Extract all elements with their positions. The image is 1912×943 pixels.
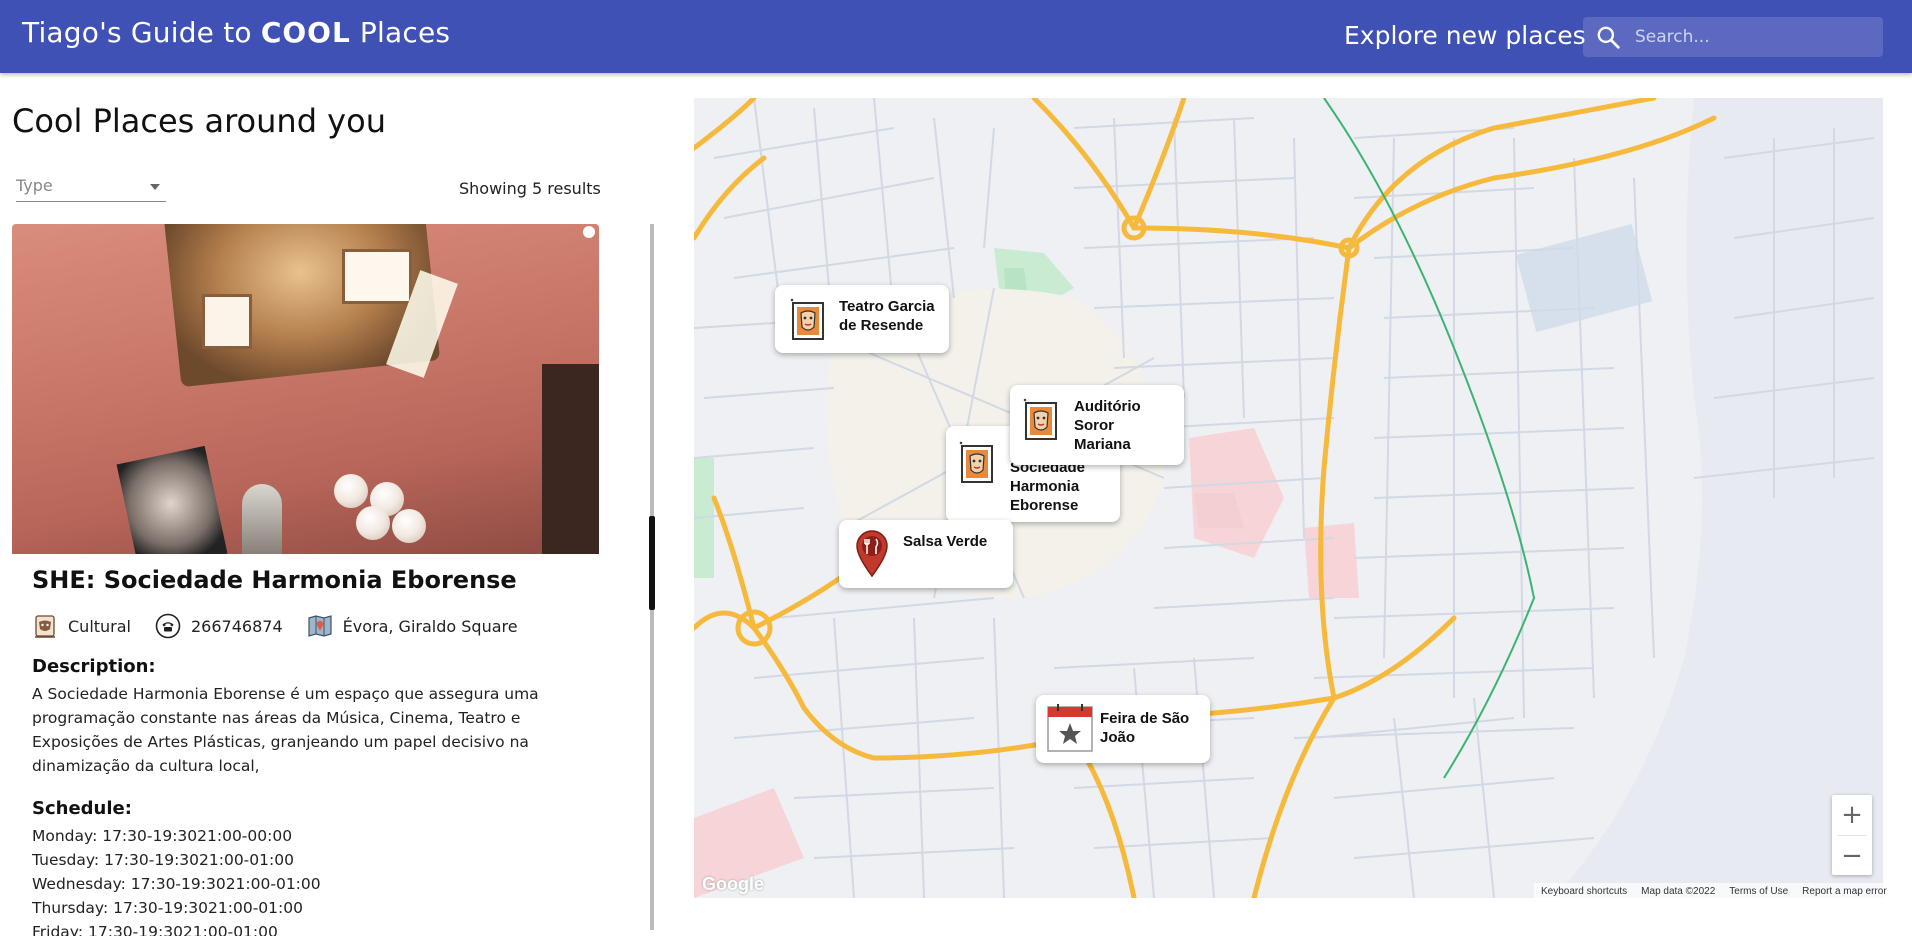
theatre-painting-icon (790, 298, 824, 340)
report-map-error-link[interactable]: Report a map error (1802, 886, 1886, 897)
map-view[interactable]: Teatro Garcia de Resende Sociedade Harmoni… (694, 98, 1883, 898)
results-count: Showing 5 results (459, 179, 601, 198)
map-zoom-controls: + − (1832, 795, 1872, 875)
keyboard-shortcuts-link[interactable]: Keyboard shortcuts (1541, 886, 1627, 897)
marker-label: Salsa Verde (903, 533, 988, 550)
theatre-masks-icon (35, 615, 55, 638)
title-prefix: Tiago's Guide to (22, 16, 252, 49)
place-description: A Sociedade Harmonia Eborense é um espaç… (32, 685, 539, 775)
place-phone[interactable]: 266746874 (155, 613, 283, 639)
map-marker-auditorio-soror[interactable]: Auditório Soror Mariana (1010, 385, 1184, 465)
map-tiles (694, 98, 1883, 898)
title-suffix: Places (359, 16, 451, 49)
schedule-list: Monday: 17:30-19:3021:00-00:00 Tuesday: … (32, 824, 321, 936)
title-emphasis: COOL (260, 16, 351, 49)
place-meta: Cultural 266746874 Évora, Giraldo Square (32, 612, 542, 640)
explore-label: Explore new places (1344, 21, 1586, 50)
place-category: Cultural (32, 613, 131, 639)
search-icon (1597, 26, 1620, 49)
app-title[interactable]: Tiago's Guide to COOL Places (22, 16, 450, 49)
folded-map-icon (308, 615, 332, 637)
app-header: Tiago's Guide to COOL Places Explore new… (0, 0, 1912, 73)
google-logo: Google (702, 874, 764, 894)
map-marker-salsa-verde[interactable]: Salsa Verde (839, 520, 1013, 588)
marker-label: Auditório Soror Mariana (1074, 398, 1141, 453)
schedule-row: Thursday: 17:30-19:3021:00-01:00 (32, 899, 303, 917)
description-label: Description: (32, 656, 156, 677)
place-photo (12, 224, 599, 554)
map-marker-teatro-garcia[interactable]: Teatro Garcia de Resende (775, 285, 949, 353)
marker-label: Teatro Garcia de Resende (839, 298, 935, 334)
theatre-painting-icon (1023, 398, 1057, 440)
restaurant-pin-icon (856, 530, 888, 578)
phone-icon (155, 613, 181, 639)
map-attribution: Keyboard shortcuts Map data ©2022 Terms … (1534, 883, 1894, 899)
schedule-label: Schedule: (32, 798, 132, 819)
schedule-row: Monday: 17:30-19:3021:00-00:00 (32, 827, 293, 845)
chevron-down-icon (150, 184, 160, 190)
type-filter-select[interactable]: Type (16, 176, 166, 202)
schedule-row: Tuesday: 17:30-19:3021:00-01:00 (32, 851, 294, 869)
schedule-row: Friday: 17:30-19:3021:00-01:00 (32, 923, 278, 936)
list-scrollbar-thumb[interactable] (649, 516, 655, 610)
terms-of-use-link[interactable]: Terms of Use (1729, 886, 1788, 897)
schedule-row: Wednesday: 17:30-19:3021:00-01:00 (32, 875, 321, 893)
map-data-label: Map data ©2022 (1641, 885, 1716, 897)
theatre-painting-icon (959, 441, 993, 483)
place-title: SHE: Sociedade Harmonia Eborense (32, 566, 517, 594)
place-list[interactable]: SHE: Sociedade Harmonia Eborense Cultura… (12, 224, 599, 936)
zoom-out-button[interactable]: − (1832, 836, 1872, 876)
marker-label: Sociedade Harmonia Eborense (1010, 459, 1086, 514)
marker-label: Feira de São João (1100, 710, 1190, 746)
search-input[interactable] (1635, 17, 1875, 57)
type-filter-label: Type (16, 176, 53, 195)
search-box[interactable] (1583, 17, 1883, 57)
place-card[interactable]: SHE: Sociedade Harmonia Eborense Cultura… (12, 224, 599, 936)
calendar-event-icon (1047, 704, 1093, 752)
page-title: Cool Places around you (12, 102, 386, 140)
map-marker-feira-sao-joao[interactable]: Feira de São João (1036, 695, 1210, 763)
place-location[interactable]: Évora, Giraldo Square (307, 613, 518, 639)
zoom-in-button[interactable]: + (1832, 795, 1872, 835)
